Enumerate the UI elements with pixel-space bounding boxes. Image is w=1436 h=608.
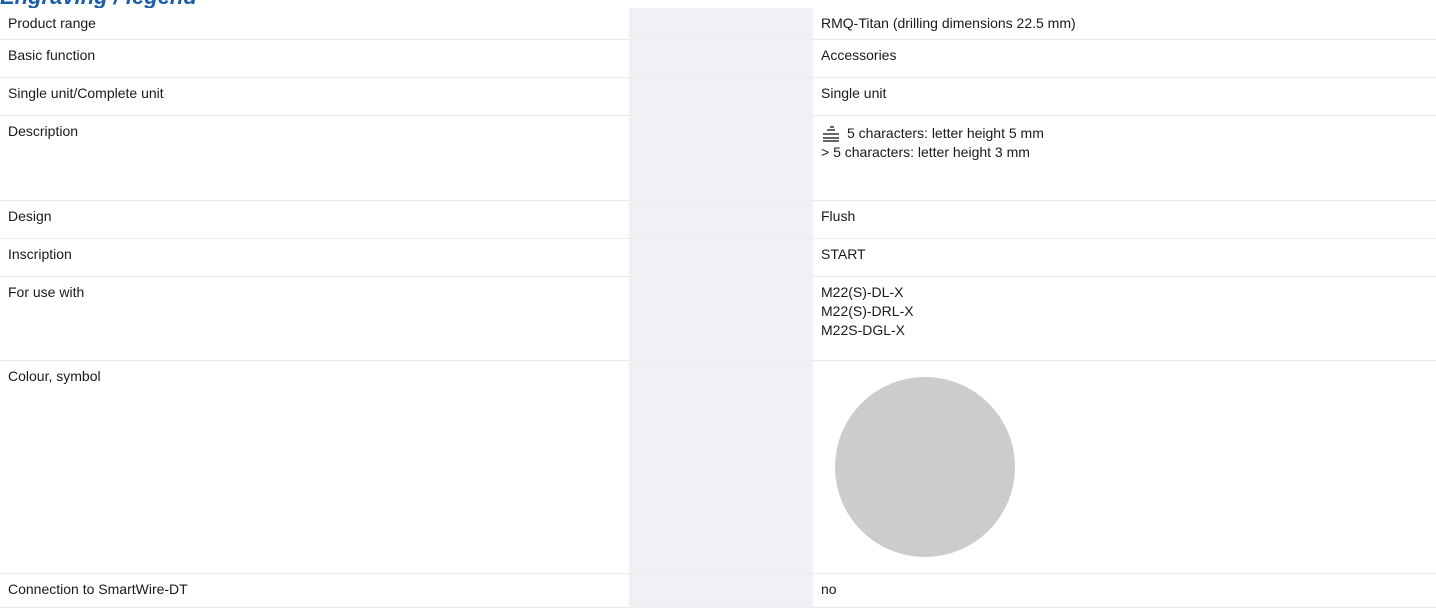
spec-spacer — [629, 200, 813, 239]
spec-spacer — [629, 238, 813, 277]
spec-row-for-use-with: For use with M22(S)-DL-X M22(S)-DRL-X M2… — [0, 276, 1436, 361]
compatible-device: M22(S)-DRL-X — [821, 302, 914, 319]
section-heading-text: Engraving / legend — [0, 0, 197, 8]
spec-spacer — [629, 573, 813, 608]
spec-value-for-use-with: M22(S)-DL-X M22(S)-DRL-X M22S-DGL-X — [813, 276, 1436, 361]
spec-label: Inscription — [0, 238, 629, 277]
spec-row-description: Description 5 characters: letter height … — [0, 115, 1436, 201]
spec-row-product-range: Product range RMQ-Titan (drilling dimens… — [0, 8, 1436, 40]
description-line: 5 characters: letter height 5 mm — [847, 124, 1044, 141]
spec-row-inscription: Inscription START — [0, 238, 1436, 277]
spec-label: Design — [0, 200, 629, 239]
spec-label: Colour, symbol — [0, 360, 629, 574]
spec-row-design: Design Flush — [0, 200, 1436, 239]
spec-value: Flush — [813, 200, 1436, 239]
spec-row-single-unit: Single unit/Complete unit Single unit — [0, 77, 1436, 116]
spec-spacer — [629, 276, 813, 361]
spec-label: Description — [0, 115, 629, 201]
colour-swatch — [835, 376, 1015, 557]
spec-spacer — [629, 360, 813, 574]
text-size-icon — [821, 125, 843, 143]
spec-spacer — [629, 77, 813, 116]
spec-label: For use with — [0, 276, 629, 361]
spec-spacer — [629, 39, 813, 78]
spec-row-basic-function: Basic function Accessories — [0, 39, 1436, 78]
spec-row-colour-symbol: Colour, symbol — [0, 360, 1436, 574]
spec-spacer — [629, 8, 813, 40]
section-heading: Engraving / legend — [0, 0, 1436, 8]
spec-label: Connection to SmartWire-DT — [0, 573, 629, 608]
spec-label: Basic function — [0, 39, 629, 78]
spec-value: Accessories — [813, 39, 1436, 78]
spec-value: RMQ-Titan (drilling dimensions 22.5 mm) — [813, 8, 1436, 40]
spec-value: START — [813, 238, 1436, 277]
compatible-device: M22S-DGL-X — [821, 321, 906, 338]
spec-label: Product range — [0, 8, 629, 40]
spec-value-description: 5 characters: letter height 5 mm > 5 cha… — [813, 115, 1436, 201]
description-line: > 5 characters: letter height 3 mm — [821, 143, 1030, 160]
spec-value: no — [813, 573, 1436, 608]
spec-row-smartwire: Connection to SmartWire-DT no — [0, 573, 1436, 608]
product-spec-table: Product range RMQ-Titan (drilling dimens… — [0, 8, 1436, 608]
spec-value: Single unit — [813, 77, 1436, 116]
spec-label: Single unit/Complete unit — [0, 77, 629, 116]
spec-value-colour — [813, 360, 1436, 574]
spec-spacer — [629, 115, 813, 201]
compatible-device: M22(S)-DL-X — [821, 283, 904, 300]
